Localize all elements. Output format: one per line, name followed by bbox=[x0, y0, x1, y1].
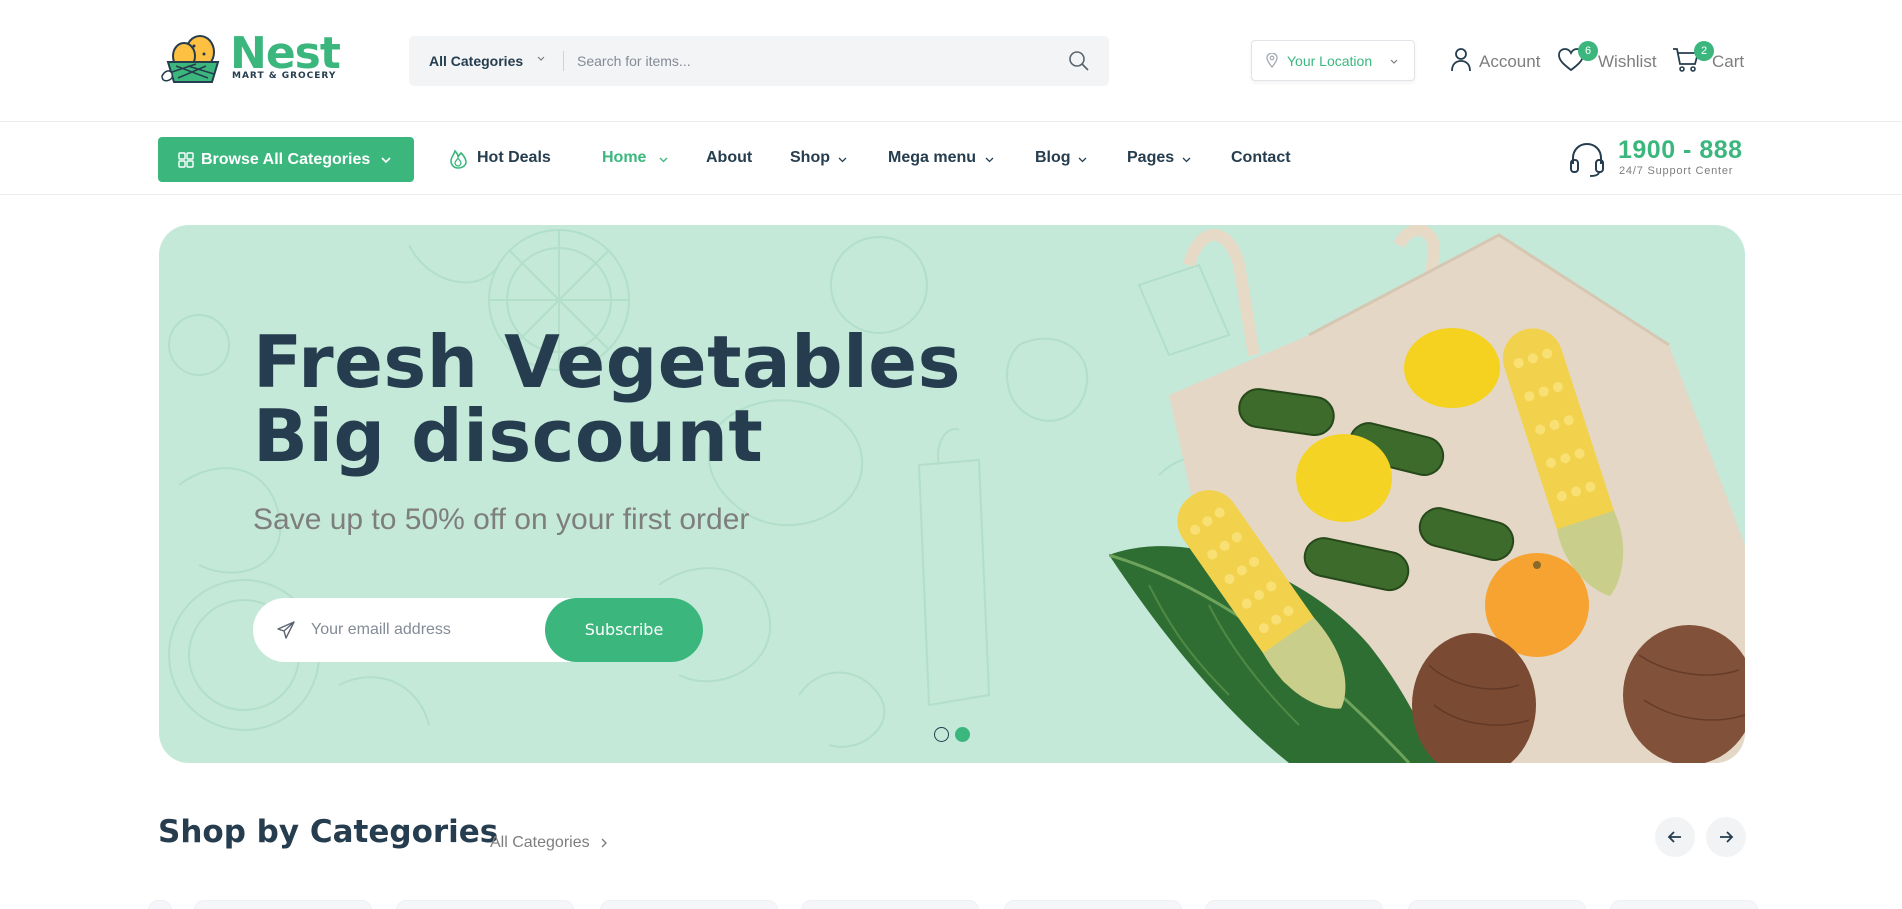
newsletter-form: Subscribe bbox=[253, 598, 703, 662]
hero-title: Fresh Vegetables Big discount bbox=[253, 325, 961, 473]
browse-categories-button[interactable]: Browse All Categories bbox=[158, 137, 414, 182]
carousel-next-button[interactable] bbox=[1706, 817, 1746, 857]
wishlist-count-badge: 6 bbox=[1578, 41, 1598, 61]
account-link[interactable]: Account bbox=[1449, 44, 1541, 80]
category-card[interactable] bbox=[148, 900, 172, 909]
chevron-down-icon bbox=[659, 157, 668, 163]
nav-item-about[interactable]: About bbox=[706, 149, 756, 173]
hero-title-line-1: Fresh Vegetables bbox=[253, 320, 961, 404]
browse-label: Browse All Categories bbox=[201, 151, 371, 168]
search-icon[interactable] bbox=[1068, 50, 1090, 72]
hero-banner: Fresh Vegetables Big discount Save up to… bbox=[159, 225, 1745, 763]
logo[interactable]: Nest MART & GROCERY bbox=[158, 30, 341, 90]
nav-item-shop[interactable]: Shop bbox=[790, 149, 852, 173]
map-pin-icon bbox=[1266, 53, 1278, 68]
cart-link[interactable]: 2 Cart bbox=[1672, 41, 1752, 80]
category-card[interactable] bbox=[396, 900, 574, 909]
nav-item-label: About bbox=[706, 149, 753, 166]
chevron-right-icon bbox=[601, 838, 607, 848]
headset-icon bbox=[1570, 142, 1604, 177]
wishlist-link[interactable]: 6 Wishlist bbox=[1557, 41, 1657, 80]
nav-item-label: Blog bbox=[1035, 149, 1071, 166]
location-select[interactable]: Your Location bbox=[1251, 40, 1415, 81]
category-card[interactable] bbox=[600, 900, 778, 909]
support-phone[interactable]: 1900 - 888 bbox=[1618, 136, 1743, 165]
category-card[interactable] bbox=[1004, 900, 1182, 909]
header-top: Nest MART & GROCERY All Categories Your … bbox=[0, 0, 1902, 122]
nav-item-label: Contact bbox=[1231, 149, 1291, 166]
search-bar: All Categories bbox=[409, 36, 1109, 86]
search-input[interactable] bbox=[577, 44, 1047, 78]
chevron-down-icon bbox=[1182, 157, 1191, 163]
category-card[interactable] bbox=[194, 900, 372, 909]
slider-dot-2-active[interactable] bbox=[955, 727, 970, 742]
chevron-down-icon bbox=[1078, 157, 1087, 163]
arrow-right-icon bbox=[1720, 831, 1734, 843]
category-card[interactable] bbox=[1205, 900, 1383, 909]
subscribe-button[interactable]: Subscribe bbox=[545, 598, 703, 662]
nav-item-label: Pages bbox=[1127, 149, 1175, 166]
nav-item-label: Shop bbox=[790, 149, 830, 166]
chevron-down-icon bbox=[1390, 59, 1398, 64]
grid-icon bbox=[178, 152, 194, 168]
nav-item-pages[interactable]: Pages bbox=[1127, 149, 1195, 173]
wishlist-label: Wishlist bbox=[1598, 52, 1657, 71]
support-center: 1900 - 888 24/7 Support Center bbox=[1568, 136, 1748, 182]
chevron-down-icon bbox=[985, 157, 994, 163]
category-card[interactable] bbox=[801, 900, 979, 909]
flame-icon bbox=[450, 149, 467, 169]
slider-dot-1[interactable] bbox=[934, 727, 949, 742]
user-icon bbox=[1451, 48, 1471, 72]
cart-label: Cart bbox=[1712, 52, 1745, 71]
chevron-down-icon bbox=[381, 157, 391, 164]
nav-item-blog[interactable]: Blog bbox=[1035, 149, 1091, 173]
hero-title-line-2: Big discount bbox=[253, 394, 764, 478]
nav-item-home[interactable]: Home bbox=[602, 149, 672, 173]
nav-item-label: Mega menu bbox=[888, 149, 977, 166]
category-card[interactable] bbox=[1408, 900, 1586, 909]
carousel-prev-button[interactable] bbox=[1655, 817, 1695, 857]
paper-plane-icon bbox=[277, 621, 295, 639]
section-title: Shop by Categories bbox=[158, 814, 499, 850]
location-label: Your Location bbox=[1287, 53, 1373, 69]
hero-vegetables-image bbox=[1109, 225, 1745, 763]
all-categories-link[interactable]: All Categories bbox=[490, 834, 590, 852]
logo-basket-icon bbox=[161, 35, 220, 83]
nav-item-contact[interactable]: Contact bbox=[1231, 149, 1295, 173]
nav-item-label: Home bbox=[602, 149, 647, 166]
arrow-left-icon bbox=[1667, 831, 1681, 843]
chevron-down-icon bbox=[537, 56, 545, 61]
category-card[interactable] bbox=[1610, 900, 1758, 909]
cart-count-badge: 2 bbox=[1694, 41, 1714, 61]
chevron-down-icon bbox=[838, 157, 847, 163]
account-label: Account bbox=[1479, 52, 1541, 71]
main-nav: Browse All Categories Hot Deals Home Abo… bbox=[0, 122, 1902, 195]
nav-item-mega-menu[interactable]: Mega menu bbox=[888, 149, 1000, 173]
logo-tagline: MART & GROCERY bbox=[232, 71, 337, 81]
hero-subtitle: Save up to 50% off on your first order bbox=[253, 503, 750, 536]
support-subtitle: 24/7 Support Center bbox=[1619, 165, 1734, 177]
search-divider bbox=[563, 51, 564, 71]
email-input[interactable] bbox=[311, 612, 531, 648]
search-category-select[interactable]: All Categories bbox=[429, 36, 523, 86]
hot-deals-label: Hot Deals bbox=[477, 149, 551, 166]
